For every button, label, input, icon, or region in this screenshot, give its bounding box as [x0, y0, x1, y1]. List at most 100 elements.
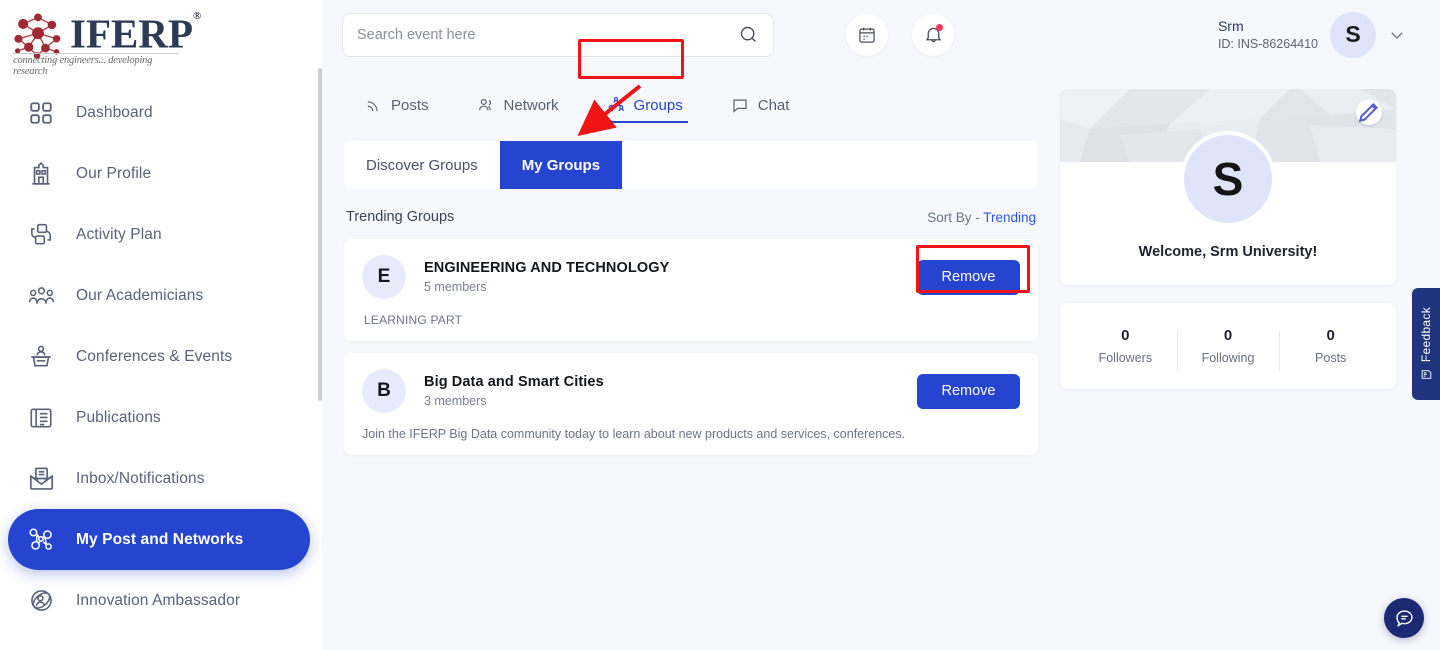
tab-groups[interactable]: Groups — [604, 91, 686, 119]
envelope-icon — [26, 464, 56, 494]
stat-followers: 0 Followers — [1074, 327, 1177, 365]
topbar-icon-group — [846, 14, 954, 56]
stat-label: Followers — [1074, 351, 1177, 365]
tab-network[interactable]: Network — [474, 91, 562, 119]
sidebar-item-innovation-ambassador[interactable]: Innovation Ambassador — [8, 570, 310, 631]
people-group-icon — [26, 281, 56, 311]
stat-posts: 0 Posts — [1279, 327, 1382, 365]
feedback-note-icon — [1420, 368, 1433, 381]
group-hierarchy-icon — [607, 96, 625, 114]
sidebar-item-publications[interactable]: Publications — [8, 387, 310, 448]
newspaper-icon — [26, 403, 56, 433]
right-column: S Welcome, Srm University! 0 Followers 0… — [1060, 69, 1396, 650]
list-header: Trending Groups Sort By - Trending — [344, 189, 1038, 239]
subtab-discover-groups[interactable]: Discover Groups — [344, 141, 500, 189]
sidebar-item-label: Inbox/Notifications — [76, 470, 205, 488]
chat-bubble-icon — [1394, 608, 1415, 629]
users-icon — [477, 96, 495, 114]
group-card[interactable]: B Big Data and Smart Cities 3 members Re… — [344, 353, 1038, 455]
sidebar-item-conferences-events[interactable]: Conferences & Events — [8, 326, 310, 387]
stat-following: 0 Following — [1177, 327, 1280, 365]
stat-value: 0 — [1074, 327, 1177, 344]
top-bar: Srm ID: INS-86264410 S — [322, 0, 1440, 69]
group-description: LEARNING PART — [364, 313, 1020, 327]
sidebar-item-label: Activity Plan — [76, 226, 162, 244]
edit-profile-button[interactable] — [1356, 99, 1382, 125]
stat-value: 0 — [1279, 327, 1382, 344]
user-menu[interactable]: Srm ID: INS-86264410 S — [1218, 12, 1406, 58]
sidebar-item-label: My Post and Networks — [76, 531, 243, 549]
calendar-icon — [857, 25, 877, 45]
group-description: Join the IFERP Big Data community today … — [362, 427, 1020, 441]
sidebar-item-label: Publications — [76, 409, 161, 427]
group-member-count: 5 members — [424, 280, 669, 294]
notification-badge-dot — [936, 24, 943, 31]
group-card[interactable]: E ENGINEERING AND TECHNOLOGY 5 members R… — [344, 239, 1038, 341]
sidebar-item-our-academicians[interactable]: Our Academicians — [8, 265, 310, 326]
podium-icon — [26, 342, 56, 372]
search-input[interactable] — [357, 27, 738, 43]
brand-name: IFERP® — [70, 8, 201, 56]
stat-value: 0 — [1177, 327, 1280, 344]
chevron-down-icon[interactable] — [1388, 26, 1406, 44]
notification-button[interactable] — [912, 14, 954, 56]
search-bar[interactable] — [342, 13, 774, 57]
group-member-count: 3 members — [424, 394, 604, 408]
feed-tabs: Posts Network — [344, 69, 1038, 141]
profile-card: S Welcome, Srm University! — [1060, 89, 1396, 285]
content-area: Posts Network — [322, 69, 1440, 650]
feedback-label: Feedback — [1419, 307, 1433, 362]
group-name: Big Data and Smart Cities — [424, 374, 604, 390]
sidebar-item-label: Our Profile — [76, 165, 151, 183]
remove-group-button[interactable]: Remove — [917, 374, 1020, 409]
rss-icon — [365, 97, 382, 114]
app-root: IFERP® connecting engineers... developin… — [0, 0, 1440, 650]
sidebar-item-label: Conferences & Events — [76, 348, 232, 366]
sort-value[interactable]: Trending — [983, 210, 1036, 225]
sidebar-item-our-profile[interactable]: Our Profile — [8, 143, 310, 204]
subtab-my-groups[interactable]: My Groups — [500, 141, 622, 189]
subtab-label: My Groups — [522, 157, 600, 174]
sidebar-nav: Dashboard Our Profile — [0, 82, 322, 631]
registered-mark: ® — [193, 10, 201, 22]
chat-bubble-icon — [731, 96, 749, 114]
sidebar-item-inbox-notifications[interactable]: Inbox/Notifications — [8, 448, 310, 509]
group-subtabs: Discover Groups My Groups — [344, 141, 1038, 189]
group-avatar: E — [362, 255, 406, 299]
search-icon[interactable] — [738, 24, 759, 45]
main-area: Srm ID: INS-86264410 S — [322, 0, 1440, 650]
tab-label: Posts — [391, 97, 429, 114]
tab-label: Network — [504, 97, 559, 114]
innovation-icon — [26, 586, 56, 616]
activity-plan-icon — [26, 220, 56, 250]
chat-support-button[interactable] — [1384, 598, 1424, 638]
remove-group-button[interactable]: Remove — [917, 260, 1020, 295]
brand-logo[interactable]: IFERP® connecting engineers... developin… — [0, 0, 322, 72]
stat-label: Posts — [1279, 351, 1382, 365]
tab-chat[interactable]: Chat — [728, 91, 793, 119]
tab-label: Chat — [758, 97, 790, 114]
group-name: ENGINEERING AND TECHNOLOGY — [424, 260, 669, 276]
avatar[interactable]: S — [1330, 12, 1376, 58]
sidebar-item-activity-plan[interactable]: Activity Plan — [8, 204, 310, 265]
user-id: ID: INS-86264410 — [1218, 36, 1318, 53]
sort-prefix: Sort By - — [927, 210, 983, 225]
grid-icon — [26, 98, 56, 128]
sidebar-item-dashboard[interactable]: Dashboard — [8, 82, 310, 143]
list-title: Trending Groups — [346, 209, 454, 225]
feedback-tab-button[interactable]: Feedback — [1412, 288, 1440, 400]
sidebar: IFERP® connecting engineers... developin… — [0, 0, 322, 650]
building-icon — [26, 159, 56, 189]
user-info: Srm ID: INS-86264410 — [1218, 17, 1318, 53]
stats-card: 0 Followers 0 Following 0 Posts — [1060, 303, 1396, 389]
tab-posts[interactable]: Posts — [362, 92, 432, 119]
sidebar-item-label: Our Academicians — [76, 287, 203, 305]
sidebar-item-label: Innovation Ambassador — [76, 592, 240, 610]
tab-label: Groups — [634, 97, 683, 114]
sidebar-item-label: Dashboard — [76, 104, 153, 122]
sidebar-item-my-post-and-networks[interactable]: My Post and Networks — [8, 509, 310, 570]
stat-label: Following — [1177, 351, 1280, 365]
center-column: Posts Network — [344, 69, 1038, 650]
calendar-button[interactable] — [846, 14, 888, 56]
sort-control[interactable]: Sort By - Trending — [927, 210, 1036, 225]
